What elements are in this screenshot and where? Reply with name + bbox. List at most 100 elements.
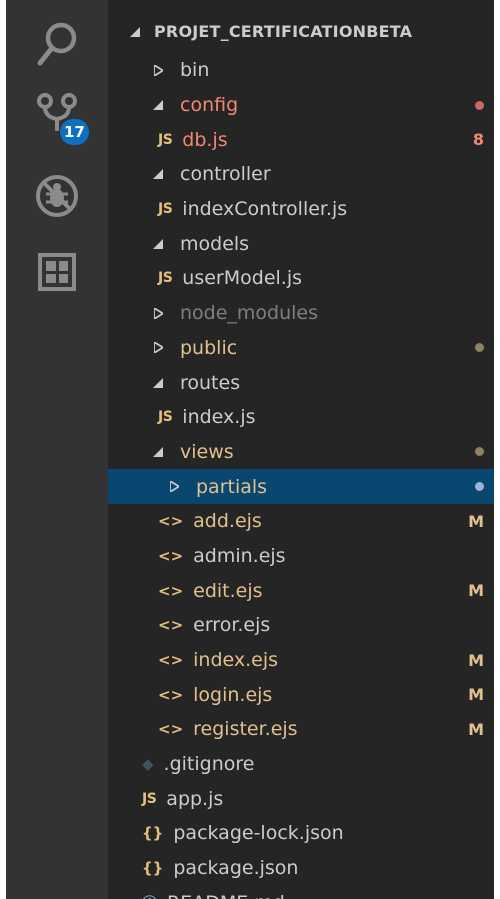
- tree-file-row[interactable]: JS index.js: [108, 400, 494, 435]
- tree-file-row[interactable]: <> admin.ejs: [108, 539, 494, 574]
- status-dot: [475, 435, 484, 470]
- chevron-down-icon[interactable]: [150, 100, 166, 111]
- git-status-badge: M: [468, 650, 484, 670]
- tree-item-label: config: [180, 94, 239, 117]
- git-status-badge: M: [468, 685, 484, 705]
- tree-item-label: routes: [180, 371, 241, 394]
- activity-bar: 17: [6, 0, 108, 899]
- tree-item-label: node_modules: [180, 302, 319, 325]
- status-dot: [475, 469, 484, 504]
- tree-item-label: partials: [196, 475, 268, 498]
- chevron-right-icon[interactable]: [150, 342, 166, 354]
- ejs-file-icon: <>: [158, 616, 184, 635]
- info-file-icon: ⓘ: [142, 892, 157, 899]
- tree-folder-row[interactable]: controller: [108, 157, 494, 192]
- vscode-window: 17 PROJET_CERTIFICATIONBETA bin config J…: [6, 0, 494, 899]
- tree-item-label: admin.ejs: [193, 544, 286, 567]
- tree-folder-row[interactable]: routes: [108, 365, 494, 400]
- debug-icon: [36, 175, 78, 217]
- json-file-icon: {}: [142, 859, 164, 878]
- tree-item-label: app.js: [166, 787, 224, 810]
- tree-item-label: index.js: [182, 406, 256, 429]
- tree-item-label: add.ejs: [193, 510, 262, 533]
- git-status-badge: M: [468, 719, 484, 739]
- search-icon: [37, 22, 77, 66]
- extensions-icon: [38, 253, 76, 291]
- explorer-sidebar: PROJET_CERTIFICATIONBETA bin config JS db.j…: [108, 0, 494, 899]
- tree-file-row[interactable]: <> error.ejs: [108, 608, 494, 643]
- tree-file-row[interactable]: <> login.ejs M: [108, 677, 494, 712]
- chevron-down-icon[interactable]: [150, 377, 166, 388]
- ejs-file-icon: <>: [158, 685, 184, 704]
- tree-item-label: edit.ejs: [193, 579, 263, 602]
- status-dot-icon: [475, 482, 484, 492]
- ejs-file-icon: <>: [158, 651, 184, 670]
- project-title: PROJET_CERTIFICATIONBETA: [154, 21, 413, 41]
- status-dot-icon: [475, 343, 484, 353]
- tree-item-label: README.md: [167, 892, 285, 899]
- tree-item-label: userModel.js: [182, 267, 303, 290]
- tree-item-label: bin: [180, 59, 210, 82]
- js-file-icon: JS: [158, 201, 173, 218]
- tree-file-row[interactable]: {} package-lock.json: [108, 816, 494, 851]
- tree-file-row[interactable]: ⓘ README.md: [108, 886, 494, 899]
- tree-folder-row[interactable]: node_modules: [108, 296, 494, 331]
- tree-file-row[interactable]: <> index.ejs M: [108, 643, 494, 678]
- tree-folder-row[interactable]: config: [108, 88, 494, 123]
- tree-item-label: db.js: [182, 128, 228, 151]
- chevron-right-icon[interactable]: [166, 481, 182, 493]
- js-file-icon: JS: [158, 270, 173, 287]
- tree-folder-row[interactable]: models: [108, 226, 494, 261]
- js-file-icon: JS: [158, 409, 173, 426]
- tree-item-label: public: [180, 336, 238, 359]
- chevron-down-icon[interactable]: [150, 446, 166, 457]
- chevron-down-icon[interactable]: [150, 238, 166, 249]
- status-dot-icon: [475, 447, 484, 457]
- activity-source-control[interactable]: [6, 78, 108, 150]
- tree-file-row[interactable]: {} package.json: [108, 851, 494, 886]
- file-tree: bin config JS db.js 8 controller JS indexContro…: [108, 53, 494, 899]
- tree-item-label: views: [180, 440, 234, 463]
- git-status-badge: M: [468, 511, 484, 531]
- js-file-icon: JS: [158, 131, 173, 148]
- status-dot-icon: [475, 100, 484, 110]
- ejs-file-icon: <>: [158, 581, 184, 600]
- chevron-right-icon[interactable]: [150, 64, 166, 76]
- tree-file-row[interactable]: <> register.ejs M: [108, 712, 494, 747]
- activity-extensions[interactable]: [6, 236, 108, 308]
- tree-item-label: package.json: [173, 857, 299, 880]
- chevron-right-icon[interactable]: [150, 307, 166, 319]
- js-file-icon: JS: [142, 790, 157, 807]
- tree-item-label: models: [180, 232, 250, 255]
- tree-item-label: error.ejs: [193, 614, 271, 637]
- activity-debug[interactable]: [6, 160, 108, 232]
- source-control-badge: 17: [60, 119, 89, 145]
- tree-file-row[interactable]: <> edit.ejs M: [108, 573, 494, 608]
- tree-file-row[interactable]: JS app.js: [108, 781, 494, 816]
- chevron-down-icon: [130, 22, 140, 41]
- activity-search[interactable]: [6, 8, 108, 80]
- tree-item-label: index.ejs: [193, 649, 279, 672]
- ejs-file-icon: <>: [158, 720, 184, 739]
- ejs-file-icon: <>: [158, 512, 184, 531]
- git-status-badge: M: [468, 581, 484, 601]
- tree-file-row[interactable]: JS userModel.js: [108, 261, 494, 296]
- ejs-file-icon: <>: [158, 546, 184, 565]
- tree-item-label: login.ejs: [193, 683, 273, 706]
- explorer-section-header[interactable]: PROJET_CERTIFICATIONBETA: [108, 14, 494, 48]
- json-file-icon: {}: [142, 824, 164, 843]
- tree-item-label: indexController.js: [182, 198, 348, 221]
- git-status-badge: 8: [472, 130, 484, 150]
- status-dot: [475, 88, 484, 123]
- tree-item-label: controller: [180, 163, 271, 186]
- tree-folder-row[interactable]: public: [108, 331, 494, 366]
- status-dot: [475, 331, 484, 366]
- tree-folder-row[interactable]: views: [108, 435, 494, 470]
- tree-file-row[interactable]: <> add.ejs M: [108, 504, 494, 539]
- tree-folder-row[interactable]: bin: [108, 53, 494, 88]
- chevron-down-icon[interactable]: [150, 169, 166, 180]
- tree-folder-row[interactable]: partials: [108, 469, 494, 504]
- tree-file-row[interactable]: JS indexController.js: [108, 192, 494, 227]
- tree-file-row[interactable]: ◆ .gitignore: [108, 747, 494, 782]
- tree-file-row[interactable]: JS db.js 8: [108, 122, 494, 157]
